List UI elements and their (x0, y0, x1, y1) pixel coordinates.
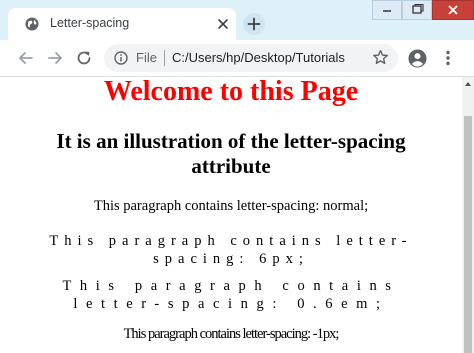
browser-window: Letter-spacing File C:/Users/hp/Desktop/… (0, 0, 474, 353)
scroll-up-arrow-icon[interactable] (462, 77, 474, 91)
minimize-icon (383, 10, 391, 12)
browser-toolbar: File C:/Users/hp/Desktop/Tutorials (0, 40, 474, 77)
reload-icon[interactable] (75, 49, 93, 67)
globe-icon (25, 17, 39, 31)
page-heading: Welcome to this Page (103, 77, 359, 107)
page-viewport: Welcome to this Page It is an illustrati… (0, 77, 462, 353)
window-close-button[interactable] (432, 0, 474, 20)
paragraph-spacing-6px: This paragraph contains letter-spacing: … (49, 233, 413, 267)
close-icon (448, 5, 458, 15)
tab-strip: Letter-spacing (0, 0, 474, 40)
minimize-button[interactable] (372, 0, 402, 20)
back-arrow-icon[interactable] (17, 49, 35, 67)
restore-icon (412, 3, 424, 14)
paragraph-spacing-0-6em: This paragraph contains letter-spacing: … (62, 278, 400, 312)
star-icon[interactable] (372, 49, 389, 66)
page-subheading: It is an illustration of the letter-spac… (56, 129, 406, 178)
paragraph-spacing-normal: This paragraph contains letter-spacing: … (93, 198, 369, 214)
address-separator (164, 50, 165, 66)
close-icon[interactable] (217, 18, 229, 30)
vertical-scrollbar[interactable] (462, 77, 474, 353)
account-icon[interactable] (408, 49, 427, 68)
tab-letter-spacing[interactable]: Letter-spacing (8, 8, 236, 40)
kebab-menu-icon[interactable] (439, 49, 457, 67)
paragraph-spacing-minus-1px: This paragraph contains letter-spacing: … (123, 326, 340, 342)
plus-icon[interactable] (243, 13, 265, 35)
url-text[interactable]: C:/Users/hp/Desktop/Tutorials (172, 50, 392, 65)
address-bar[interactable]: File C:/Users/hp/Desktop/Tutorials (104, 44, 398, 72)
tab-title: Letter-spacing (50, 16, 130, 30)
scheme-label: File (136, 50, 157, 65)
restore-button[interactable] (402, 0, 432, 20)
scrollbar-thumb[interactable] (464, 116, 472, 353)
forward-arrow-icon[interactable] (46, 49, 64, 67)
info-icon[interactable] (114, 51, 128, 65)
